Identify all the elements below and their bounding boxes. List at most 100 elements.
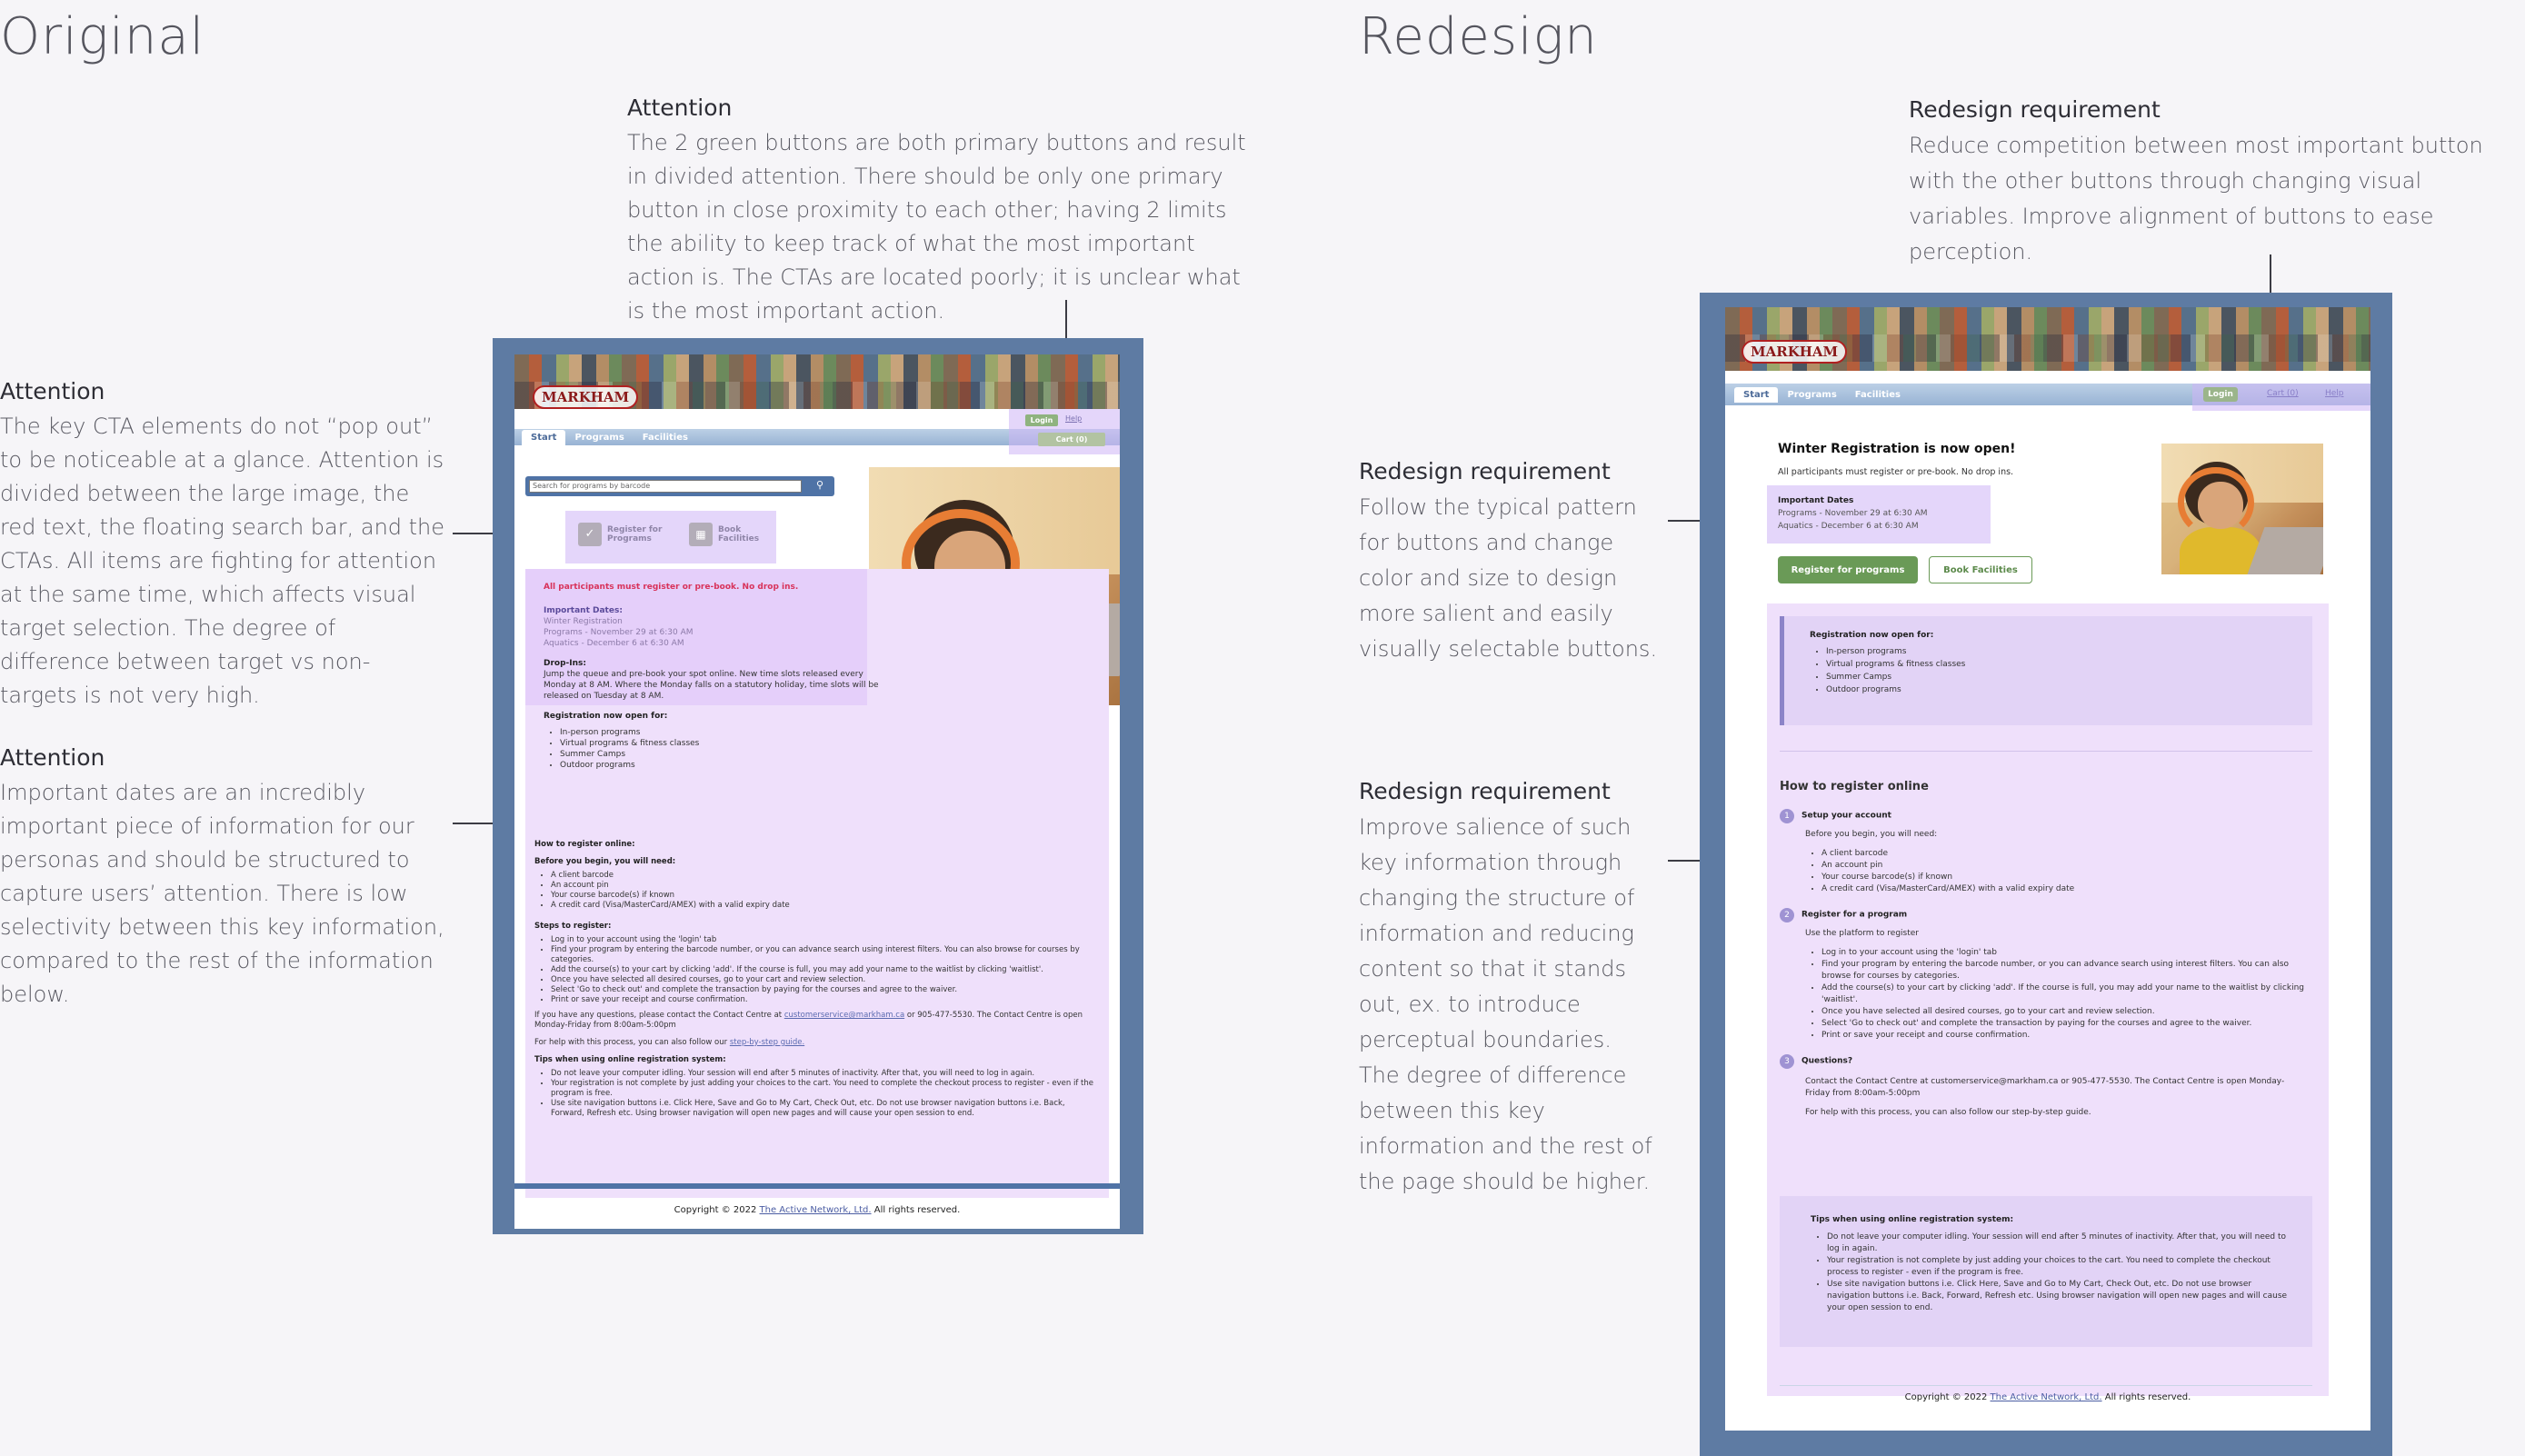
tab-programs[interactable]: Programs — [565, 430, 633, 445]
markham-logo[interactable]: MARKHAM — [1742, 340, 1848, 364]
footer-post: All rights reserved. — [873, 1205, 961, 1215]
login-button[interactable]: Login — [2203, 387, 2238, 402]
list-item: Outdoor programs — [560, 760, 862, 771]
list-item: A credit card (Visa/MasterCard/AMEX) wit… — [1821, 883, 2307, 895]
footer-link[interactable]: The Active Network, Ltd. — [1991, 1392, 2102, 1402]
dropins: Drop-Ins: Jump the queue and pre-book yo… — [544, 658, 889, 702]
list-item: Summer Camps — [1826, 671, 2312, 683]
search-input[interactable]: Search for programs by barcode — [529, 480, 802, 493]
annotation-body: The key CTA elements do not “pop out” to… — [0, 414, 445, 708]
tab-start[interactable]: Start — [1734, 386, 1779, 403]
open-title: Registration now open for: — [1810, 631, 1934, 640]
annotation-body: The 2 green buttons are both primary but… — [627, 130, 1246, 324]
dropins-body: Jump the queue and pre-book your spot on… — [544, 670, 879, 701]
list-item: Add the course(s) to your cart by clicki… — [1821, 982, 2307, 1006]
step-help: For help with this process, you can also… — [1805, 1108, 2091, 1117]
annotation-title: Attention — [0, 378, 105, 404]
step-title: Questions? — [1801, 1056, 1853, 1066]
calendar-icon: ▦ — [689, 523, 713, 546]
annotation-body: Reduce competition between most importan… — [1909, 133, 2483, 264]
footer-divider — [514, 1183, 1120, 1189]
list-item: An account pin — [1821, 860, 2307, 872]
open-title: Registration now open for: — [544, 712, 668, 721]
how-title: How to register online: — [534, 840, 635, 849]
list-item: Your course barcode(s) if known — [1821, 872, 2307, 883]
step-intro: Use the platform to register — [1805, 929, 1920, 938]
list-item: A credit card (Visa/MasterCard/AMEX) wit… — [551, 901, 1100, 911]
list-item: Your registration is not complete by jus… — [551, 1079, 1100, 1099]
email-link[interactable]: customerservice@markham.ca — [784, 1011, 904, 1020]
login-button[interactable]: Login — [1025, 414, 1058, 426]
help-text: For help with this process, you can also… — [534, 1038, 1100, 1048]
guide-link[interactable]: step-by-step guide. — [730, 1038, 804, 1047]
dropins-title: Drop-Ins: — [544, 659, 586, 668]
date-item: Programs - November 29 at 6:30 AM — [1778, 509, 1928, 518]
help-pre: For help with this process, you can also… — [534, 1038, 728, 1047]
list-item: Print or save your receipt and course co… — [1821, 1030, 2307, 1042]
book-facilities-button[interactable]: Book Facilities — [1929, 556, 2032, 583]
hero-photo — [2161, 444, 2323, 574]
important-dates-title: Important Dates: — [544, 606, 623, 615]
cart-link[interactable]: Cart (0) — [2267, 389, 2299, 398]
list-item: Select 'Go to check out' and complete th… — [551, 985, 1100, 995]
footer-pre: Copyright © 2022 — [674, 1205, 757, 1215]
tips-title: Tips when using online registration syst… — [534, 1055, 726, 1064]
open-for: Registration now open for: In-person pro… — [544, 711, 862, 771]
footer: Copyright © 2022 The Active Network, Ltd… — [1725, 1392, 2370, 1402]
list-item: Outdoor programs — [1826, 683, 2312, 696]
tab-facilities[interactable]: Facilities — [1846, 387, 1910, 403]
annotation-redesign-low: Redesign requirement Improve salience of… — [1359, 778, 1659, 1200]
important-dates: Important Dates: Winter Registration Pro… — [544, 605, 862, 649]
list-item: Virtual programs & fitness classes — [560, 738, 862, 749]
important-date-item: Winter Registration — [544, 617, 623, 626]
book-label: Book Facilities — [718, 525, 760, 544]
original-page: MARKHAM Start Programs Facilities Login … — [514, 354, 1120, 1229]
tab-programs[interactable]: Programs — [1778, 387, 1845, 403]
list-item: An account pin — [551, 881, 1100, 891]
annotation-body: Important dates are an incredibly import… — [0, 780, 444, 1007]
search-bar: Search for programs by barcode ⚲ — [525, 476, 834, 496]
help-link[interactable]: Help — [2325, 389, 2344, 398]
step-body: Contact the Contact Centre at customerse… — [1805, 1077, 2285, 1098]
list-item: Use site navigation buttons i.e. Click H… — [551, 1099, 1100, 1119]
list-item: In-person programs — [1826, 645, 2312, 658]
alert-block: All participants must register or pre-bo… — [544, 582, 879, 771]
important-date-item: Programs - November 29 at 6:30 AM — [544, 628, 694, 637]
annotation-title: Redesign requirement — [1359, 458, 1611, 484]
list-item: Your registration is not complete by jus… — [1827, 1255, 2290, 1279]
annotation-redesign-mid: Redesign requirement Follow the typical … — [1359, 458, 1659, 667]
how-to-register: How to register online: Before you begin… — [534, 840, 1100, 1119]
annotation-title: Attention — [0, 744, 105, 771]
cart-button[interactable]: Cart (0) — [1038, 433, 1105, 446]
list-item: Find your program by entering the barcod… — [551, 945, 1100, 965]
book-facilities-button[interactable]: ▦ Book Facilities — [689, 523, 773, 546]
alert-text: All participants must register or pre-bo… — [544, 583, 799, 592]
register-programs-button[interactable]: Register for programs — [1778, 556, 1918, 583]
step-3: 3 Questions? Contact the Contact Centre a… — [1780, 1054, 2307, 1119]
before-title: Before you begin, you will need: — [534, 857, 676, 866]
step-title: Register for a program — [1801, 910, 1908, 920]
registration-open-card: Registration now open for: In-person pro… — [1780, 616, 2312, 725]
divider — [1780, 751, 2312, 752]
step-intro: Before you begin, you will need: — [1805, 830, 1938, 839]
redesign-heading: Redesign — [1359, 7, 1598, 66]
page-title: Winter Registration is now open! — [1778, 442, 2016, 456]
markham-logo[interactable]: MARKHAM — [533, 385, 639, 409]
list-item: A client barcode — [551, 871, 1100, 881]
search-icon[interactable]: ⚲ — [811, 479, 829, 494]
dates-title: Important Dates — [1778, 496, 1854, 505]
list-item: Once you have selected all desired cours… — [551, 975, 1100, 985]
footer-pre: Copyright © 2022 — [1904, 1392, 1988, 1402]
date-item: Aquatics - December 6 at 6:30 AM — [1778, 522, 1919, 531]
important-dates: Important Dates Programs - November 29 a… — [1778, 494, 1928, 533]
help-link[interactable]: Help — [1065, 414, 1082, 423]
list-item: A client barcode — [1821, 848, 2307, 860]
tab-start[interactable]: Start — [522, 429, 566, 445]
steps-title: Steps to register: — [534, 922, 612, 931]
register-programs-button[interactable]: ✓ Register for Programs — [578, 523, 671, 546]
list-item: Select 'Go to check out' and complete th… — [1821, 1018, 2307, 1030]
footer-link[interactable]: The Active Network, Ltd. — [760, 1205, 872, 1215]
important-date-item: Aquatics - December 6 at 6:30 AM — [544, 639, 684, 648]
original-heading: Original — [0, 7, 205, 66]
tab-facilities[interactable]: Facilities — [634, 430, 697, 445]
